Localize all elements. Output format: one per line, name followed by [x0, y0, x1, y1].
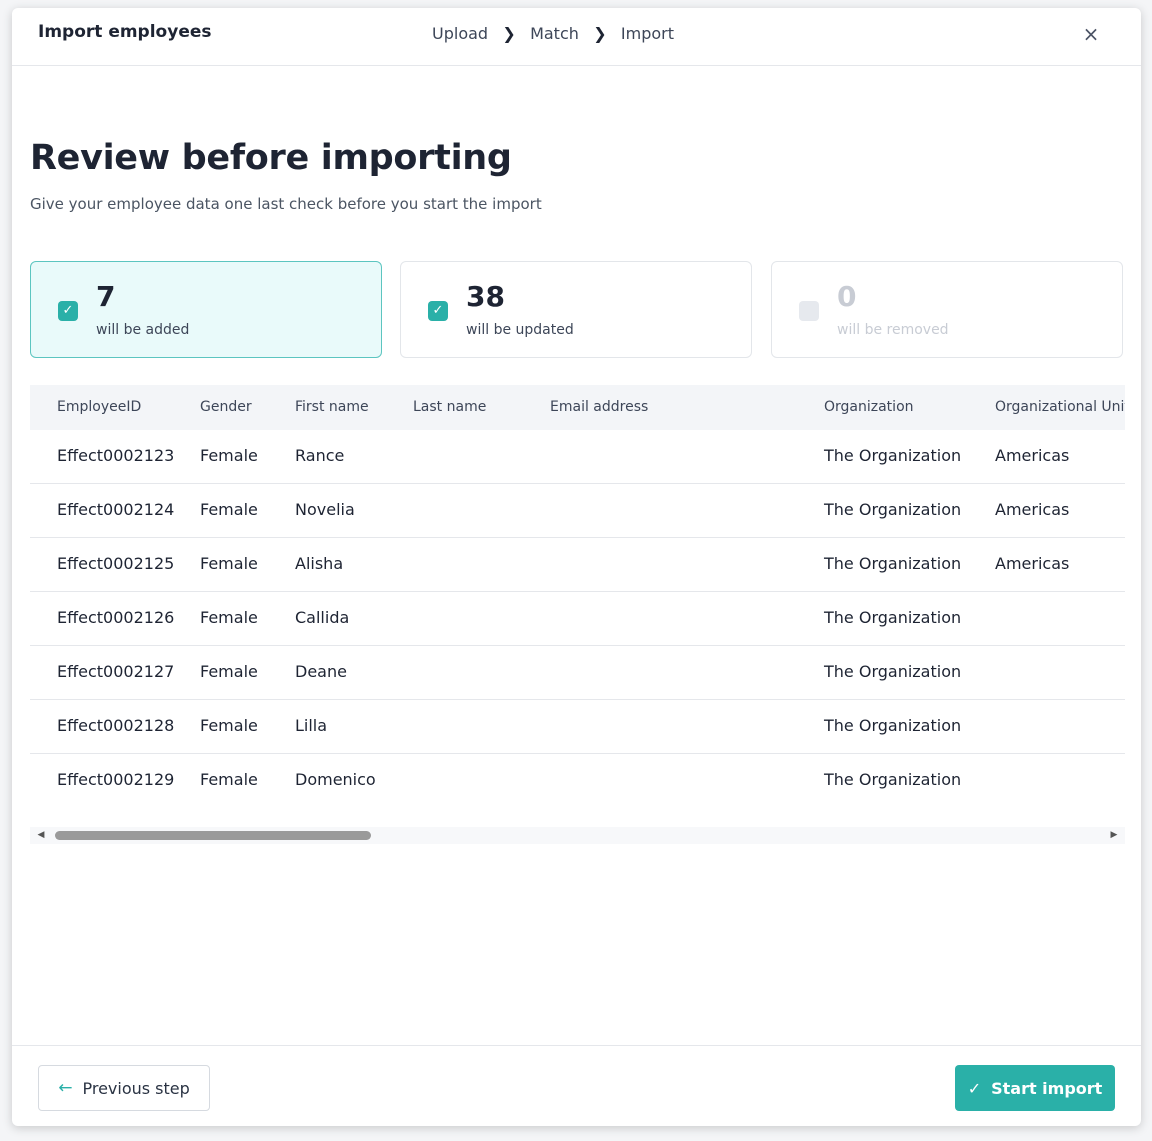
previous-step-label: Previous step — [82, 1078, 190, 1098]
column-header-email: Email address — [550, 399, 649, 415]
cell-employee-id: Effect0002123 — [57, 446, 175, 465]
table-row: Effect0002125 Female Alisha The Organiza… — [30, 538, 1125, 592]
page-subtitle: Give your employee data one last check b… — [30, 195, 542, 213]
cell-employee-id: Effect0002127 — [57, 662, 175, 681]
cell-org-unit: Americas — [995, 554, 1070, 573]
table-header: EmployeeID Gender First name Last name E… — [30, 385, 1125, 430]
cell-organization: The Organization — [824, 554, 962, 573]
column-header-employee-id: EmployeeID — [57, 399, 142, 415]
cell-gender: Female — [200, 662, 258, 681]
cell-employee-id: Effect0002125 — [57, 554, 175, 573]
cell-organization: The Organization — [824, 716, 962, 735]
cell-first-name: Lilla — [295, 716, 328, 735]
modal-title: Import employees — [38, 22, 212, 42]
cell-organization: The Organization — [824, 446, 962, 465]
step-breadcrumb: Upload ❯ Match ❯ Import — [432, 24, 674, 43]
import-modal: Import employees Upload ❯ Match ❯ Import… — [12, 8, 1141, 1126]
cell-gender: Female — [200, 608, 258, 627]
cell-first-name: Deane — [295, 662, 347, 681]
table-row: Effect0002123 Female Rance The Organizat… — [30, 430, 1125, 484]
checkbox-removed — [799, 301, 819, 321]
checkbox-updated[interactable]: ✓ — [428, 301, 448, 321]
scroll-left-arrow-icon[interactable]: ◀ — [34, 829, 48, 842]
cell-first-name: Rance — [295, 446, 345, 465]
scroll-right-arrow-icon[interactable]: ▶ — [1107, 829, 1121, 842]
removed-count: 0 — [837, 280, 857, 313]
cell-first-name: Callida — [295, 608, 350, 627]
removed-label: will be removed — [837, 322, 949, 338]
page-title: Review before importing — [30, 138, 512, 178]
cell-organization: The Organization — [824, 662, 962, 681]
cell-org-unit: Americas — [995, 500, 1070, 519]
table-row: Effect0002126 Female Callida The Organiz… — [30, 592, 1125, 646]
checkbox-added[interactable]: ✓ — [58, 301, 78, 321]
step-upload[interactable]: Upload — [432, 24, 488, 43]
previous-step-button[interactable]: ← Previous step — [38, 1065, 210, 1111]
start-import-label: Start import — [991, 1078, 1103, 1098]
cell-organization: The Organization — [824, 500, 962, 519]
column-header-organization: Organization — [824, 399, 914, 415]
scrollbar-thumb[interactable] — [55, 831, 371, 840]
checkmark-icon: ✓ — [967, 1078, 982, 1098]
cell-gender: Female — [200, 716, 258, 735]
cell-org-unit: Americas — [995, 446, 1070, 465]
modal-header: Import employees Upload ❯ Match ❯ Import… — [12, 8, 1141, 66]
cell-first-name: Domenico — [295, 770, 376, 789]
step-import: Import — [620, 24, 674, 43]
added-label: will be added — [96, 322, 190, 338]
step-match[interactable]: Match — [530, 24, 579, 43]
start-import-button[interactable]: ✓ Start import — [955, 1065, 1115, 1111]
horizontal-scrollbar[interactable]: ◀ ▶ — [30, 827, 1125, 844]
checkmark-icon: ✓ — [62, 303, 74, 318]
cell-gender: Female — [200, 446, 258, 465]
table-row: Effect0002129 Female Domenico The Organi… — [30, 754, 1125, 808]
card-removed: 0 will be removed — [771, 261, 1123, 358]
column-header-gender: Gender — [200, 399, 252, 415]
column-header-first-name: First name — [295, 399, 369, 415]
cell-gender: Female — [200, 500, 258, 519]
chevron-right-icon: ❯ — [593, 24, 607, 43]
chevron-right-icon: ❯ — [502, 24, 516, 43]
cell-organization: The Organization — [824, 608, 962, 627]
cell-organization: The Organization — [824, 770, 962, 789]
updated-count: 38 — [466, 280, 505, 313]
cell-first-name: Alisha — [295, 554, 344, 573]
modal-footer: ← Previous step ✓ Start import — [12, 1045, 1141, 1126]
column-header-org-unit: Organizational Unit — [995, 399, 1125, 415]
cell-employee-id: Effect0002128 — [57, 716, 175, 735]
arrow-left-icon: ← — [58, 1078, 73, 1098]
card-added[interactable]: ✓ 7 will be added — [30, 261, 382, 358]
table-row: Effect0002127 Female Deane The Organizat… — [30, 646, 1125, 700]
updated-label: will be updated — [466, 322, 574, 338]
cell-employee-id: Effect0002124 — [57, 500, 175, 519]
cell-employee-id: Effect0002129 — [57, 770, 175, 789]
cell-gender: Female — [200, 554, 258, 573]
table-row: Effect0002124 Female Novelia The Organiz… — [30, 484, 1125, 538]
table-row: Effect0002128 Female Lilla The Organizat… — [30, 700, 1125, 754]
cell-first-name: Novelia — [295, 500, 355, 519]
card-updated[interactable]: ✓ 38 will be updated — [400, 261, 752, 358]
employee-table: EmployeeID Gender First name Last name E… — [30, 385, 1125, 849]
column-header-last-name: Last name — [413, 399, 487, 415]
cell-gender: Female — [200, 770, 258, 789]
added-count: 7 — [96, 280, 116, 313]
close-icon[interactable]: × — [1079, 22, 1103, 46]
checkmark-icon: ✓ — [432, 303, 444, 318]
cell-employee-id: Effect0002126 — [57, 608, 175, 627]
